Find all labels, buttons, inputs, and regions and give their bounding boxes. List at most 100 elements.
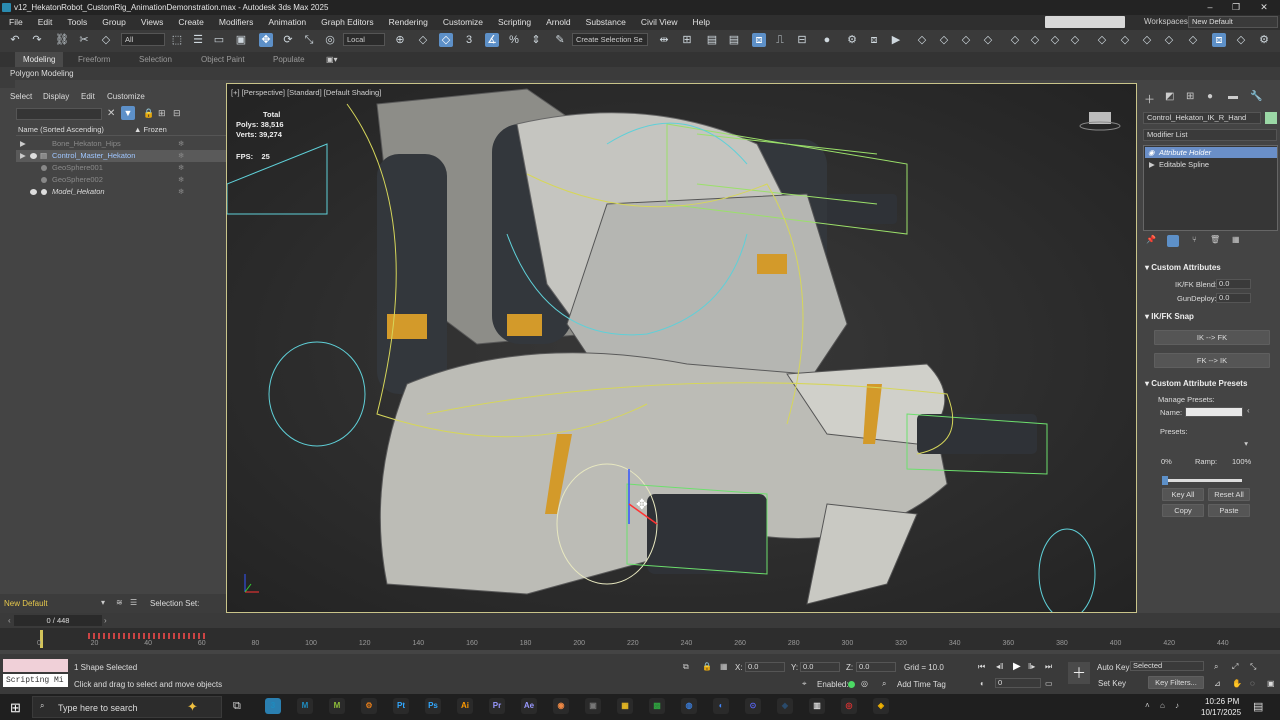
tab-modeling[interactable]: Modeling — [15, 52, 64, 67]
pan-icon[interactable]: ✋ — [1232, 679, 1242, 688]
absolute-mode-icon[interactable]: ▦ — [720, 662, 728, 671]
copy-button[interactable]: Copy — [1162, 504, 1204, 517]
explorer-search-input[interactable] — [16, 108, 102, 120]
explorer-menu-customize[interactable]: Customize — [107, 92, 145, 101]
menu-substance[interactable]: Substance — [586, 15, 626, 30]
auto-key-button[interactable]: Auto Key — [1097, 663, 1129, 672]
menu-help[interactable]: Help — [693, 15, 710, 30]
column-frozen[interactable]: ▲ Frozen — [134, 125, 167, 134]
play-icon[interactable]: ▶ — [1013, 661, 1021, 672]
taskbar-app-icon[interactable]: ▦ — [617, 698, 633, 714]
explorer-row[interactable]: Model_Hekaton ❄ — [16, 186, 226, 198]
taskbar-app-icon[interactable]: Pr — [489, 698, 505, 714]
current-layer[interactable]: New Default — [4, 599, 48, 608]
go-to-start-icon[interactable]: ⏮ — [978, 662, 985, 672]
undo-icon[interactable]: ↶ — [8, 33, 22, 47]
set-key-icon[interactable]: ＋ — [1068, 662, 1090, 684]
rollout-custom-attributes[interactable]: ▾ Custom Attributes — [1145, 263, 1275, 272]
modifier-editable-spline[interactable]: ▶ Editable Spline — [1145, 159, 1277, 170]
layer-explorer-icon[interactable]: ▤ — [727, 33, 741, 47]
time-tag-icon[interactable]: ◎ — [861, 679, 868, 688]
zoom-all-icon[interactable]: ⤢ — [1232, 662, 1238, 672]
notifications-icon[interactable]: ▤ — [1253, 700, 1263, 713]
paste-button[interactable]: Paste — [1208, 504, 1250, 517]
keyboard-shortcut-override-icon[interactable]: ◇ — [439, 33, 453, 47]
maximize-viewport-icon[interactable]: ▣ — [1267, 679, 1275, 688]
tab-object-paint[interactable]: Object Paint — [201, 52, 245, 67]
maxscript-listener-top[interactable] — [3, 659, 68, 672]
frozen-icon[interactable]: ❄ — [178, 150, 184, 162]
angle-snap-icon[interactable]: ∡ — [485, 33, 499, 47]
ramp-slider-track[interactable] — [1162, 476, 1242, 485]
menu-edit[interactable]: Edit — [38, 15, 53, 30]
taskbar-app-icon[interactable]: ◆ — [777, 698, 793, 714]
spinner-snap-icon[interactable]: ⇕ — [529, 33, 543, 47]
menu-graph-editors[interactable]: Graph Editors — [321, 15, 373, 30]
taskbar-app-icon[interactable]: M — [297, 698, 313, 714]
align-icon[interactable]: ⊞ — [680, 33, 694, 47]
taskbar-app-icon[interactable]: ◈ — [873, 698, 889, 714]
place-icon[interactable]: ◎ — [323, 33, 337, 47]
go-to-end-icon[interactable]: ⏭ — [1045, 662, 1052, 672]
clear-search-icon[interactable]: ✕ — [107, 108, 115, 119]
next-frame-icon[interactable]: › — [104, 616, 107, 625]
menu-views[interactable]: Views — [141, 15, 164, 30]
tab-populate[interactable]: Populate — [273, 52, 305, 67]
configure-sets-icon[interactable]: ▦ — [1232, 235, 1240, 244]
maximize-button[interactable]: ❐ — [1222, 0, 1250, 15]
lock-icon[interactable]: 🔒 — [143, 108, 154, 119]
explorer-row-selected[interactable]: ▶ ▤ Control_Master_Hekaton ❄ — [16, 150, 226, 162]
explorer-menu-display[interactable]: Display — [43, 92, 69, 101]
taskbar-search[interactable]: ⌕ Type here to search ✦ — [32, 696, 222, 718]
modifier-attribute-holder[interactable]: ◉ Attribute Holder — [1145, 147, 1277, 158]
arnold-tool-1-icon[interactable]: ◇ — [915, 33, 929, 47]
selection-lock-icon[interactable]: 🔒 — [702, 662, 712, 671]
arnold-tool-4-icon[interactable]: ◇ — [981, 33, 995, 47]
rotate-icon[interactable]: ⟳ — [281, 33, 295, 47]
track-bar[interactable] — [0, 628, 1280, 650]
civil-view-icon[interactable]: ◇ — [1162, 33, 1176, 47]
ribbon-panel-polygon-modeling[interactable]: Polygon Modeling — [0, 67, 1280, 80]
explorer-row[interactable]: ▶ Bone_Hekaton_Hips ❄ — [16, 138, 226, 150]
rect-selection-icon[interactable]: ▭ — [212, 33, 226, 47]
taskbar-app-icon[interactable]: ◎ — [841, 698, 857, 714]
menu-customize[interactable]: Customize — [443, 15, 483, 30]
taskbar-app-icon[interactable]: Ae — [521, 698, 537, 714]
ribbon-options-icon[interactable]: ▣▾ — [326, 52, 338, 67]
expand-arrow-icon[interactable]: ▶ — [1149, 159, 1155, 170]
modifier-list-dropdown[interactable]: Modifier List — [1143, 129, 1277, 141]
pin-stack-icon[interactable]: 📌 — [1146, 235, 1156, 244]
explorer-row[interactable]: GeoSphere001 ❄ — [16, 162, 226, 174]
isolate-icon[interactable]: ⧉ — [683, 662, 689, 672]
display-tab-icon[interactable]: ▬ — [1228, 91, 1238, 102]
settings-icon[interactable]: ⚙ — [1257, 33, 1271, 47]
snap-3d-icon[interactable]: 3 — [462, 33, 476, 47]
expand-arrow-icon[interactable]: ▶ — [20, 138, 26, 150]
workspace-dropdown[interactable]: New Default — [1188, 16, 1278, 28]
frozen-icon[interactable]: ❄ — [178, 186, 184, 198]
eye-icon[interactable]: ◉ — [1148, 147, 1155, 158]
tag-icon[interactable]: ⌕ — [882, 679, 886, 689]
alembic-icon[interactable]: ◇ — [1048, 33, 1062, 47]
workspace-icon[interactable]: ⧈ — [1212, 33, 1226, 47]
render-production-icon[interactable]: ▶ — [889, 33, 903, 47]
render-setup-icon[interactable]: ⚙ — [845, 33, 859, 47]
layer-options-icon[interactable]: ☰ — [130, 598, 137, 607]
tray-volume-icon[interactable]: ♪ — [1175, 701, 1179, 710]
set-key-button[interactable]: Set Key — [1098, 679, 1126, 688]
mirror-icon[interactable]: ⇹ — [657, 33, 671, 47]
menu-scripting[interactable]: Scripting — [498, 15, 531, 30]
y-coordinate[interactable]: 0.0 — [800, 662, 840, 672]
taskbar-app-icon[interactable]: ⊙ — [745, 698, 761, 714]
x-coordinate[interactable]: 0.0 — [745, 662, 785, 672]
sign-in-field[interactable] — [1045, 16, 1125, 28]
toggle-scene-explorer-icon[interactable]: ▤ — [705, 33, 719, 47]
sort-icon[interactable]: ⊟ — [173, 108, 181, 119]
menu-animation[interactable]: Animation — [268, 15, 306, 30]
zoom-extents-icon[interactable]: ⤡ — [1250, 662, 1256, 672]
select-manipulate-icon[interactable]: ◇ — [416, 33, 430, 47]
taskbar-app-icon[interactable]: ◐ — [713, 698, 729, 714]
taskbar-app-icon[interactable]: ▩ — [649, 698, 665, 714]
viewport-label[interactable]: [+] [Perspective] [Standard] [Default Sh… — [231, 88, 381, 97]
hierarchy-tab-icon[interactable]: ⊞ — [1186, 91, 1194, 102]
